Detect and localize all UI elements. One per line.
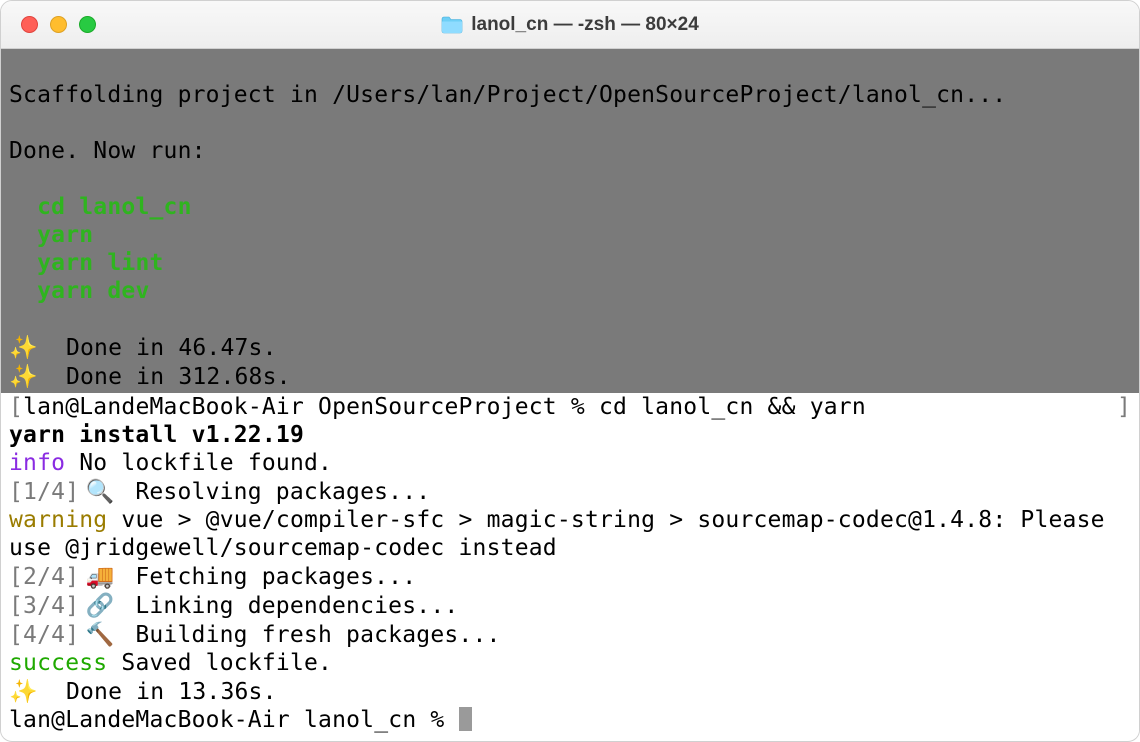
info-line: info No lockfile found. (9, 449, 1131, 477)
minimize-button[interactable] (50, 16, 67, 33)
suggested-command: cd lanol_cn (9, 193, 1131, 221)
output-line: ✨ Done in 46.47s. (9, 333, 1131, 362)
output-line: Scaffolding project in /Users/lan/Projec… (9, 81, 1131, 109)
sparkles-icon: ✨ (9, 334, 38, 360)
titlebar: lanol_cn — -zsh — 80×24 (1, 1, 1139, 49)
done-line: ✨ Done in 13.36s. (9, 677, 1131, 706)
output-line (9, 305, 1131, 333)
suggested-command: yarn lint (9, 249, 1131, 277)
prompt-line: [lan@LandeMacBook-Air OpenSourceProject … (9, 393, 1131, 421)
terminal-window: lanol_cn — -zsh — 80×24 Scaffolding proj… (0, 0, 1140, 742)
prompt-line[interactable]: lan@LandeMacBook-Air lanol_cn % (9, 706, 1131, 734)
window-title: lanol_cn — -zsh — 80×24 (441, 14, 699, 36)
suggested-command: yarn dev (9, 277, 1131, 305)
terminal-body[interactable]: Scaffolding project in /Users/lan/Projec… (1, 49, 1139, 741)
success-line: success Saved lockfile. (9, 649, 1131, 677)
link-icon: 🔗 (79, 592, 121, 618)
output-line: Done. Now run: (9, 137, 1131, 165)
warning-line: warning vue > @vue/compiler-sfc > magic-… (9, 506, 1131, 562)
sparkles-icon: ✨ (9, 363, 38, 389)
magnifier-icon: 🔍 (79, 478, 121, 504)
hammer-icon: 🔨 (79, 621, 121, 647)
cursor (459, 707, 472, 731)
window-title-text: lanol_cn — -zsh — 80×24 (471, 14, 699, 36)
output-line: ✨ Done in 312.68s. (9, 362, 1131, 391)
maximize-button[interactable] (79, 16, 96, 33)
output-line (9, 109, 1131, 137)
step-line: [4/4] 🔨 Building fresh packages... (9, 620, 1131, 649)
window-controls (1, 16, 96, 33)
output-line (9, 165, 1131, 193)
folder-icon (441, 16, 463, 34)
suggested-command: yarn (9, 221, 1131, 249)
truck-icon: 🚚 (79, 563, 121, 589)
active-region: [lan@LandeMacBook-Air OpenSourceProject … (1, 393, 1139, 738)
yarn-version: yarn install v1.22.19 (9, 421, 1131, 449)
output-line (9, 53, 1131, 81)
scrollback-region: Scaffolding project in /Users/lan/Projec… (1, 49, 1139, 393)
step-line: [2/4] 🚚 Fetching packages... (9, 562, 1131, 591)
close-button[interactable] (21, 16, 38, 33)
step-line: [3/4] 🔗 Linking dependencies... (9, 591, 1131, 620)
sparkles-icon: ✨ (9, 678, 38, 704)
step-line: [1/4] 🔍 Resolving packages... (9, 477, 1131, 506)
